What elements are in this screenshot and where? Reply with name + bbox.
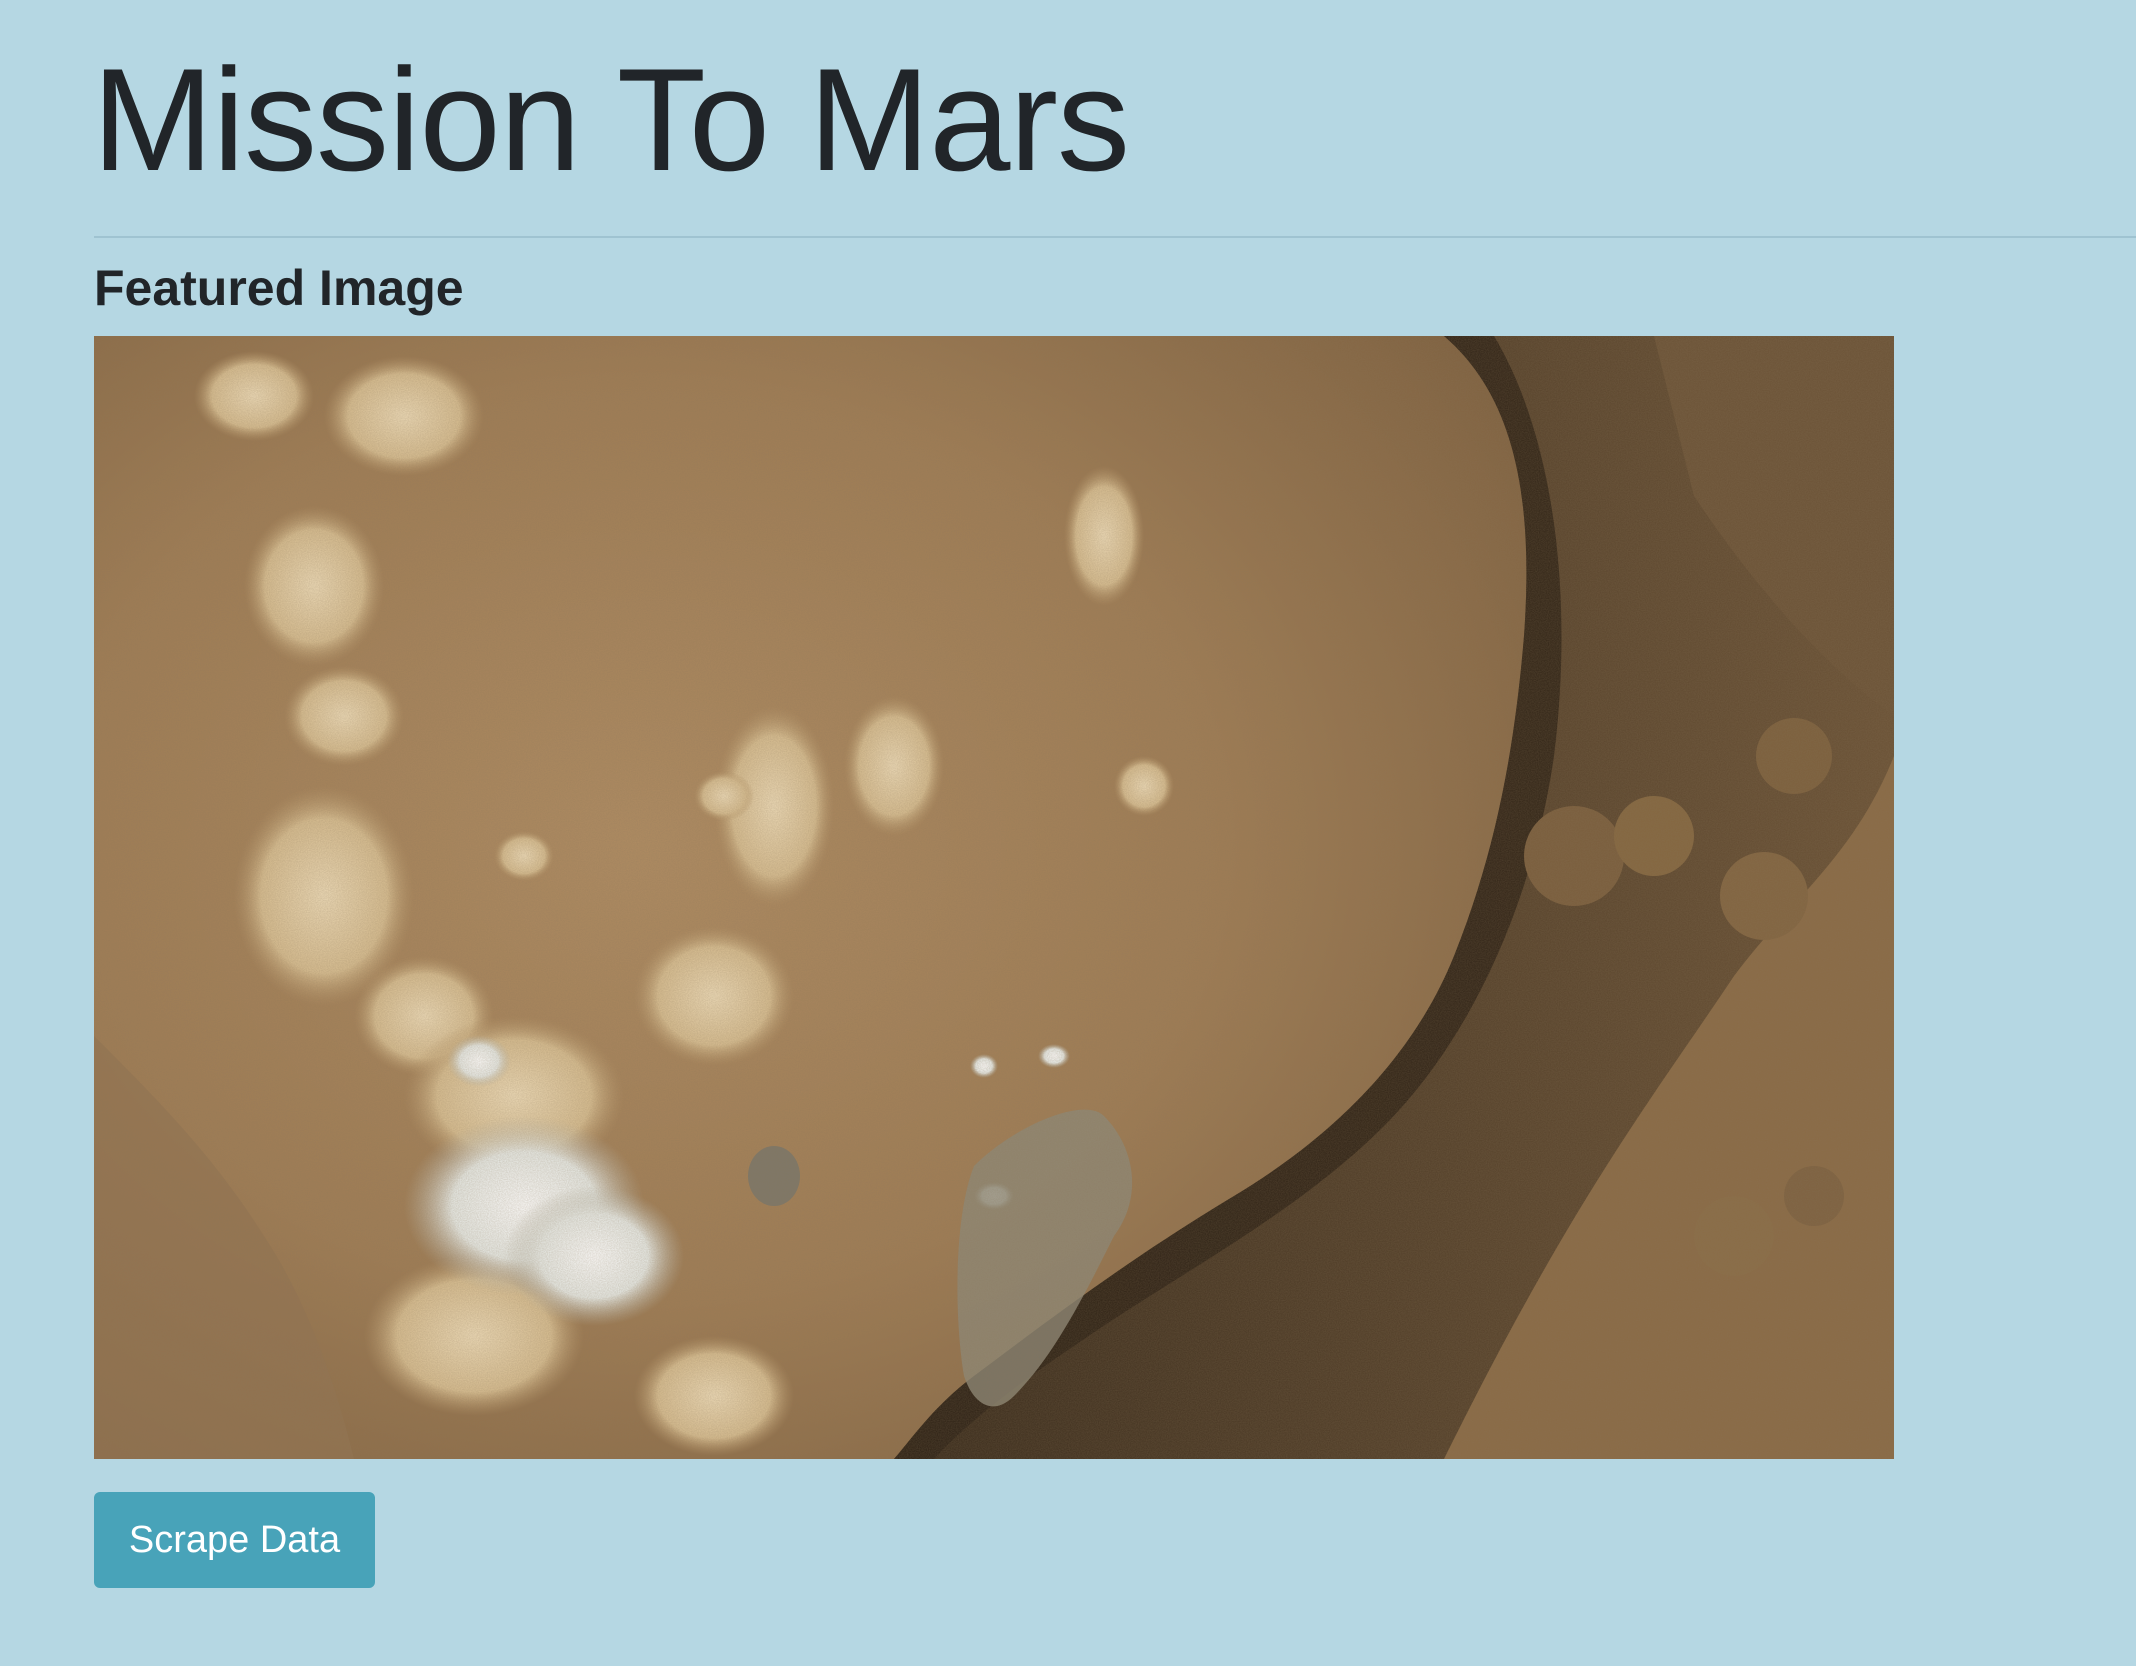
title-divider bbox=[94, 236, 2136, 238]
featured-image-heading: Featured Image bbox=[94, 260, 464, 316]
page: Mission To Mars Featured Image Scrape Da… bbox=[0, 0, 2136, 1666]
page-title: Mission To Mars bbox=[92, 38, 1130, 201]
scrape-data-button[interactable]: Scrape Data bbox=[94, 1492, 375, 1588]
featured-image bbox=[94, 336, 1894, 1459]
